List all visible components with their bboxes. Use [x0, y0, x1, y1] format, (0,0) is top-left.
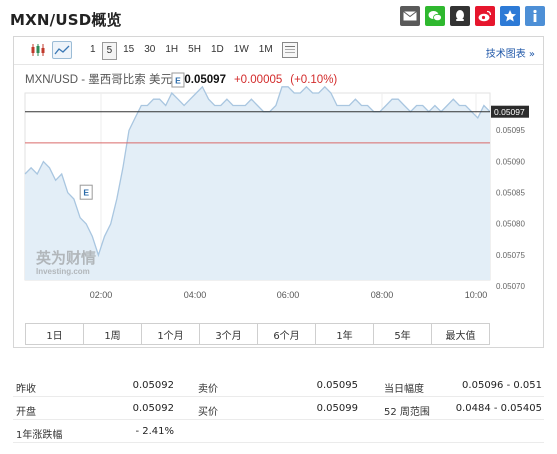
stats-row: 开盘 0.05092 买价 0.05099 52 周范围 0.0484 - 0.… — [13, 397, 544, 420]
range-selector: 1日 1周 1个月 3个月 6个月 1年 5年 最大值 — [25, 323, 490, 345]
x-tick-label: 02:00 — [90, 290, 113, 300]
stats-row: 1年涨跌幅 - 2.41% — [13, 420, 544, 443]
bid-value: 0.05099 — [316, 403, 358, 414]
ask-label: 卖价 — [198, 384, 218, 395]
price-chart[interactable]: 0.05095 0.05090 0.05085 0.05080 0.05075 0.050… — [14, 37, 545, 319]
event-marker-label: E — [83, 188, 89, 198]
event-marker-label: E — [175, 76, 181, 86]
y-tick-label: 0.05090 — [496, 157, 525, 166]
range-button[interactable]: 1年 — [316, 324, 374, 344]
x-tick-label: 08:00 — [371, 290, 394, 300]
day-range-label: 当日幅度 — [384, 384, 424, 395]
y-tick-label: 0.05080 — [496, 220, 525, 229]
range-button[interactable]: 1周 — [84, 324, 142, 344]
week52-label: 52 周范围 — [384, 407, 430, 418]
prev-close-label: 昨收 — [16, 384, 36, 395]
bid-label: 买价 — [198, 407, 218, 418]
range-button[interactable]: 1日 — [26, 324, 84, 344]
info-icon[interactable] — [525, 6, 545, 26]
open-value: 0.05092 — [132, 403, 174, 414]
open-label: 开盘 — [16, 407, 36, 418]
weibo-icon[interactable] — [475, 6, 495, 26]
stats-row: 昨收 0.05092 卖价 0.05095 当日幅度 0.05096 - 0.0… — [13, 374, 544, 397]
change-1y-value: - 2.41% — [135, 426, 174, 437]
range-button[interactable]: 3个月 — [200, 324, 258, 344]
share-bar — [400, 6, 545, 26]
y-tick-label: 0.05070 — [496, 282, 525, 291]
watermark-cn: 英为财情 — [36, 249, 96, 267]
range-button[interactable]: 最大值 — [432, 324, 489, 344]
watermark-en: Investing.com — [36, 267, 90, 276]
qq-icon[interactable] — [450, 6, 470, 26]
range-button[interactable]: 1个月 — [142, 324, 200, 344]
current-price-tag-label: 0.05097 — [494, 107, 525, 117]
x-tick-label: 10:00 — [465, 290, 488, 300]
range-button[interactable]: 5年 — [374, 324, 432, 344]
y-tick-label: 0.05075 — [496, 251, 525, 260]
wechat-icon[interactable] — [425, 6, 445, 26]
ask-value: 0.05095 — [316, 380, 358, 391]
stats-table: 昨收 0.05092 卖价 0.05095 当日幅度 0.05096 - 0.0… — [13, 374, 544, 443]
prev-close-value: 0.05092 — [132, 380, 174, 391]
week52-value: 0.0484 - 0.05405 — [455, 403, 542, 414]
y-tick-label: 0.05085 — [496, 189, 525, 198]
favorite-icon[interactable] — [500, 6, 520, 26]
change-1y-label: 1年涨跌幅 — [16, 430, 63, 441]
y-tick-label: 0.05095 — [496, 126, 525, 135]
page-title: MXN/USD概览 — [10, 11, 122, 29]
x-tick-label: 06:00 — [277, 290, 300, 300]
chart-panel: 1 5 15 30 1H 5H 1D 1W 1M 技术图表 » MXN/USD - 墨西哥比索 … — [13, 36, 544, 348]
x-tick-label: 04:00 — [184, 290, 207, 300]
range-button[interactable]: 6个月 — [258, 324, 316, 344]
day-range-value: 0.05096 - 0.051 — [462, 380, 542, 391]
mail-icon[interactable] — [400, 6, 420, 26]
